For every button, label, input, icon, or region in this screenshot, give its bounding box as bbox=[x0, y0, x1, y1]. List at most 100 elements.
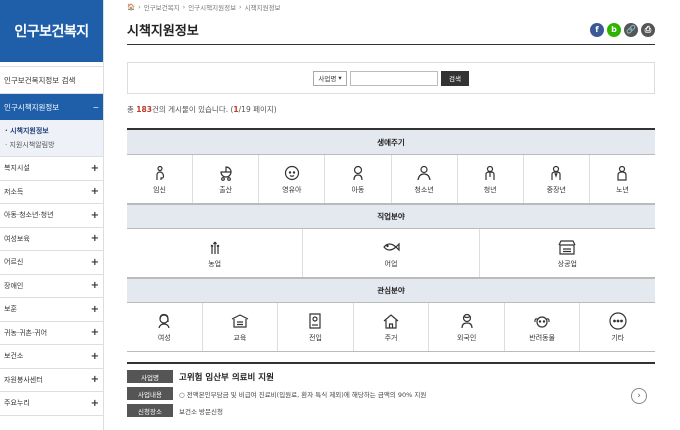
category-label: 농업 bbox=[208, 259, 222, 268]
category-teen[interactable]: 청소년 bbox=[392, 155, 458, 203]
sidebar-item-women-childcare[interactable]: 여성보육 + bbox=[0, 228, 103, 251]
link-icon[interactable]: 🔗 bbox=[624, 22, 638, 37]
category-row-occupation: 농업 어업 상공업 bbox=[127, 229, 655, 278]
breadcrumb: 🏠 › 인구보건복지 › 인구시책지원정보 › 시책지원정보 bbox=[127, 1, 655, 13]
category-housing[interactable]: 주거 bbox=[354, 303, 430, 351]
category-label: 노년 bbox=[615, 185, 629, 194]
youth-icon bbox=[481, 164, 499, 182]
tag-label: 사업명 bbox=[127, 370, 173, 383]
fish-icon bbox=[382, 238, 400, 256]
sidebar-item-youth[interactable]: 아동·청소년·청년 + bbox=[0, 204, 103, 228]
child-icon bbox=[349, 164, 367, 182]
sidebar-item-label: 장애인 bbox=[4, 281, 24, 290]
blog-icon[interactable]: b bbox=[607, 22, 621, 37]
category-infant[interactable]: 영유아 bbox=[259, 155, 326, 203]
breadcrumb-item: 시책지원정보 bbox=[244, 4, 281, 12]
sidebar-item-label: 인구시책지원정보 bbox=[4, 102, 60, 112]
sidebar-item-search[interactable]: 인구보건복지정보 검색 bbox=[0, 66, 103, 94]
sidebar-item-label: 보훈 bbox=[4, 305, 17, 314]
category-label: 중장년 bbox=[546, 185, 566, 194]
category-label: 기타 bbox=[611, 333, 625, 342]
sidebar-submenu: · 시책지원정보 · 지원시책알림방 bbox=[0, 120, 103, 157]
category-label: 반려동물 bbox=[529, 333, 556, 342]
pregnant-icon bbox=[151, 164, 169, 182]
breadcrumb-item[interactable]: 인구시책지원정보 bbox=[188, 2, 236, 12]
result-content: ○ 전액본인부담금 및 비급여 진료비(입원료, 환자 특식 제외)에 해당하는… bbox=[179, 390, 427, 399]
home-icon[interactable]: 🏠 bbox=[127, 3, 135, 11]
category-move-in[interactable]: 전입 bbox=[278, 303, 354, 351]
count-prefix: 총 bbox=[127, 105, 137, 114]
category-middle-age[interactable]: 중장년 bbox=[524, 155, 590, 203]
house-icon bbox=[382, 312, 400, 330]
sidebar-item-veterans[interactable]: 보훈 + bbox=[0, 298, 103, 322]
result-row-content: 사업내용 ○ 전액본인부담금 및 비급여 진료비(입원료, 환자 특식 제외)에… bbox=[127, 386, 655, 401]
sidebar-item-welfare-facility[interactable]: 복지시설 + bbox=[0, 157, 103, 181]
category-birth[interactable]: 출산 bbox=[193, 155, 260, 203]
section-header-interest: 관심분야 bbox=[127, 278, 655, 303]
submenu-item-notice[interactable]: · 지원시책알림방 bbox=[5, 138, 98, 152]
chevron-right-icon[interactable]: › bbox=[631, 388, 647, 404]
breadcrumb-separator: › bbox=[138, 3, 141, 11]
plus-icon: + bbox=[90, 256, 99, 268]
category-label: 청년 bbox=[483, 185, 497, 194]
category-label: 출산 bbox=[219, 185, 233, 194]
wheat-icon bbox=[206, 238, 224, 256]
tag-label: 신청장소 bbox=[127, 404, 173, 417]
sidebar-item-label: 귀농·귀촌·귀어 bbox=[4, 328, 48, 337]
category-women[interactable]: 여성 bbox=[127, 303, 203, 351]
facebook-icon[interactable]: f bbox=[590, 22, 604, 37]
print-icon[interactable]: ⎙ bbox=[641, 22, 655, 37]
submenu-item-policy-support[interactable]: · 시책지원정보 bbox=[5, 124, 98, 138]
category-pets[interactable]: 반려동물 bbox=[505, 303, 581, 351]
dog-icon bbox=[533, 312, 551, 330]
category-label: 영유아 bbox=[282, 185, 302, 194]
category-commerce[interactable]: 상공업 bbox=[480, 229, 655, 277]
sidebar-item-label: 어르신 bbox=[4, 258, 24, 267]
category-agriculture[interactable]: 농업 bbox=[127, 229, 304, 277]
brand-title[interactable]: 인구보건복지 bbox=[0, 0, 103, 62]
breadcrumb-item[interactable]: 인구보건복지 bbox=[144, 2, 180, 12]
title-row: 시책지원정보 f b 🔗 ⎙ bbox=[127, 15, 655, 45]
category-foreigner[interactable]: 외국인 bbox=[429, 303, 505, 351]
plus-icon: + bbox=[90, 162, 99, 174]
sidebar-item-volunteer[interactable]: 자원봉사센터 + bbox=[0, 369, 103, 392]
result-title[interactable]: 고위험 임산부 의료비 지원 bbox=[179, 371, 274, 383]
search-type-select[interactable]: 사업명 ▾ bbox=[313, 70, 347, 86]
category-label: 상공업 bbox=[557, 259, 577, 268]
plus-icon: + bbox=[90, 350, 99, 362]
sidebar-item-policy-info[interactable]: 인구시책지원정보 − bbox=[0, 94, 103, 120]
category-label: 임신 bbox=[153, 185, 166, 194]
category-senior[interactable]: 노년 bbox=[590, 155, 655, 203]
sidebar-item-low-income[interactable]: 저소득 + bbox=[0, 181, 103, 204]
plus-icon: + bbox=[90, 233, 99, 245]
sidebar-item-label: 보건소 bbox=[4, 352, 24, 361]
sidebar-item-return-farming[interactable]: 귀농·귀촌·귀어 + bbox=[0, 322, 103, 345]
breadcrumb-separator: › bbox=[239, 3, 242, 11]
plus-icon: + bbox=[90, 186, 99, 198]
senior-icon bbox=[613, 164, 631, 182]
teen-icon bbox=[415, 164, 433, 182]
result-item[interactable]: 사업명 고위험 임산부 의료비 지원 사업내용 ○ 전액본인부담금 및 비급여 … bbox=[127, 362, 655, 417]
category-youth[interactable]: 청년 bbox=[458, 155, 524, 203]
sidebar-item-disabled[interactable]: 장애인 + bbox=[0, 275, 103, 298]
category-panel: 생애주기 임신 출산 영유아 아동 청소년 청년 중장년 노년 직업분야 농업 … bbox=[127, 128, 655, 352]
category-child[interactable]: 아동 bbox=[325, 155, 392, 203]
category-education[interactable]: 교육 bbox=[203, 303, 279, 351]
category-pregnancy[interactable]: 임신 bbox=[127, 155, 194, 203]
search-input[interactable] bbox=[350, 70, 438, 86]
plus-icon: + bbox=[90, 397, 99, 409]
result-row-name: 사업명 고위험 임산부 의료비 지원 bbox=[127, 369, 655, 384]
search-button[interactable]: 검색 bbox=[441, 70, 469, 86]
category-fishery[interactable]: 어업 bbox=[303, 229, 480, 277]
plus-icon: + bbox=[90, 303, 99, 315]
sidebar-item-seniors[interactable]: 어르신 + bbox=[0, 251, 103, 275]
sidebar-item-label: 복지시설 bbox=[4, 164, 30, 173]
count-suffix: /19 페이지) bbox=[238, 105, 277, 114]
sidebar-item-nuri[interactable]: 주요누리 + bbox=[0, 392, 103, 416]
category-label: 어업 bbox=[384, 259, 398, 268]
sidebar-item-health-center[interactable]: 보건소 + bbox=[0, 345, 103, 369]
category-other[interactable]: 기타 bbox=[580, 303, 655, 351]
woman-icon bbox=[155, 312, 173, 330]
sidebar-item-label: 여성보육 bbox=[4, 234, 30, 243]
category-label: 주거 bbox=[384, 333, 398, 342]
